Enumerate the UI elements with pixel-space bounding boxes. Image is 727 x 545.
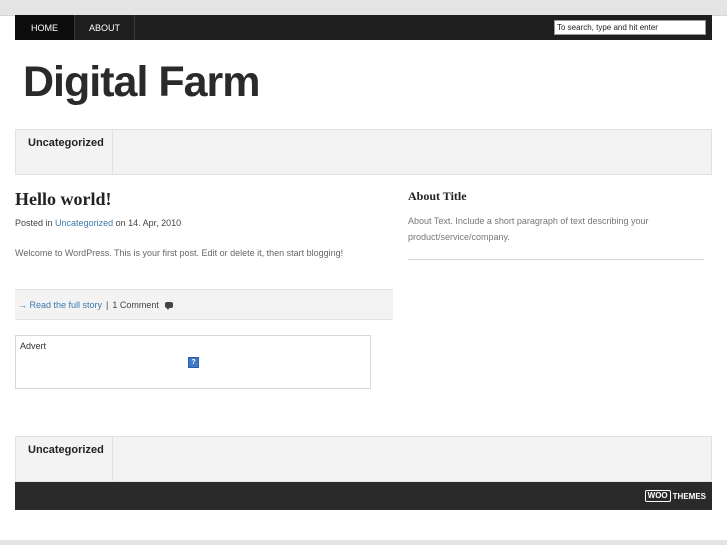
search-input[interactable] <box>554 20 706 35</box>
woo-logo-box: WOO <box>644 490 671 502</box>
post-meta-prefix: Posted in <box>15 218 53 228</box>
category-bar-top: Uncategorized <box>15 129 712 175</box>
nav-item-home[interactable]: HOME <box>15 15 75 40</box>
advert-label: Advert <box>20 341 47 351</box>
read-more-link[interactable]: → Read the full story <box>18 300 102 310</box>
post-meta-on: on <box>115 218 126 228</box>
category-tab-uncategorized[interactable]: Uncategorized <box>16 130 113 174</box>
woo-logo-text: THEMES <box>672 491 706 501</box>
nav-item-about[interactable]: ABOUT <box>75 15 136 40</box>
category-tab-uncategorized-bottom[interactable]: Uncategorized <box>16 437 113 481</box>
comments-link[interactable]: 1 Comment <box>112 300 159 310</box>
site-title[interactable]: Digital Farm <box>23 58 260 107</box>
woothemes-logo[interactable]: WOO THEMES <box>644 490 706 502</box>
sidebar-widget-title: About Title <box>408 189 467 203</box>
comment-bubble-icon <box>164 301 173 310</box>
post-body: Welcome to WordPress. This is your first… <box>15 248 344 258</box>
divider <box>408 259 704 260</box>
footer: WOO THEMES <box>15 482 712 510</box>
post-meta: Posted in Uncategorized on 14. Apr, 2010 <box>15 218 181 228</box>
top-nav: HOME ABOUT <box>15 15 712 40</box>
post-title[interactable]: Hello world! <box>15 189 112 210</box>
post-date: 14. Apr, 2010 <box>128 218 182 228</box>
separator: | <box>106 299 109 310</box>
post-footer: → Read the full story | 1 Comment <box>15 289 393 320</box>
category-bar-bottom: Uncategorized <box>15 436 712 482</box>
advert-box: Advert ? <box>15 335 371 389</box>
sidebar-widget-text: About Text. Include a short paragraph of… <box>408 216 649 242</box>
post-category-link[interactable]: Uncategorized <box>55 218 113 228</box>
broken-image-icon[interactable]: ? <box>188 357 199 368</box>
